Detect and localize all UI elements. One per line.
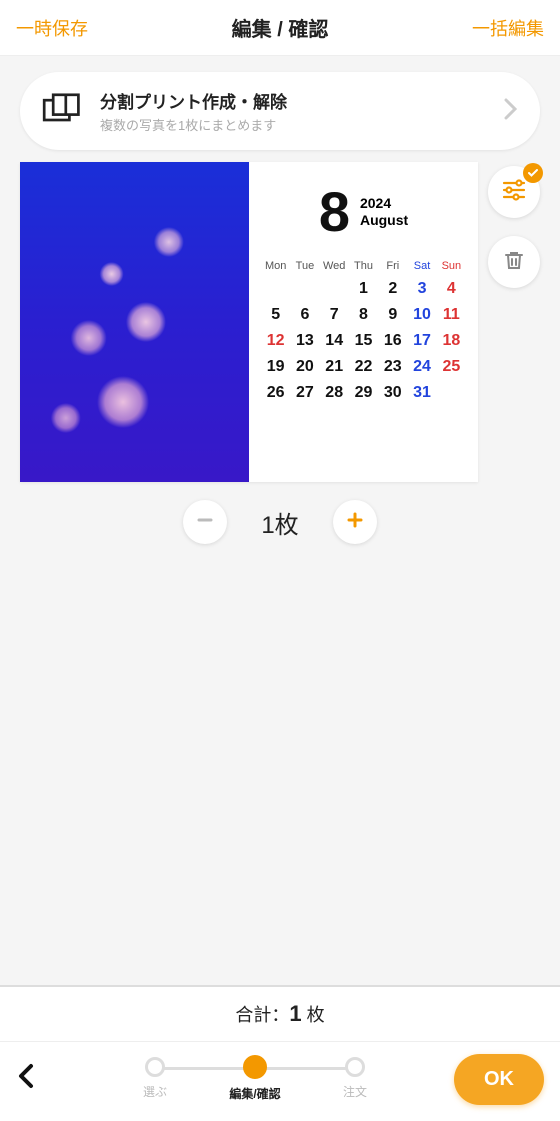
calendar-day: 4	[437, 280, 466, 298]
minus-icon	[195, 510, 215, 535]
calendar-day: 22	[349, 358, 378, 376]
check-badge-icon	[523, 163, 543, 183]
calendar-day: 9	[378, 306, 407, 324]
calendar-day: 28	[320, 384, 349, 402]
header: 一時保存 編集 / 確認 一括編集	[0, 0, 560, 56]
calendar-day: 8	[349, 306, 378, 324]
calendar-day: 15	[349, 332, 378, 350]
increase-quantity-button[interactable]	[333, 500, 377, 544]
step-label: 編集/確認	[229, 1085, 280, 1102]
calendar-day: 23	[378, 358, 407, 376]
decrease-quantity-button[interactable]	[183, 500, 227, 544]
calendar-day: 14	[320, 332, 349, 350]
total-row: 合計：1 枚	[0, 987, 560, 1042]
step-dot-icon	[145, 1057, 165, 1077]
calendar-day: 10	[407, 306, 436, 324]
calendar-day: 13	[290, 332, 319, 350]
calendar-day: 18	[437, 332, 466, 350]
calendar-day: 30	[378, 384, 407, 402]
banner-text: 分割プリント作成・解除 複数の写真を1枚にまとめます	[100, 88, 490, 134]
save-draft-button[interactable]: 一時保存	[16, 15, 88, 41]
photo-preview	[20, 162, 249, 482]
main-content: 8 2024 August MonTueWedThuFriSatSun00012…	[0, 162, 560, 544]
calendar-day: 26	[261, 384, 290, 402]
progress-steps: 選ぶ 編集/確認 注文	[56, 1057, 454, 1102]
calendar-day: 12	[261, 332, 290, 350]
calendar-day: 11	[437, 306, 466, 324]
trash-icon	[502, 248, 526, 277]
calendar-year: 2024	[360, 195, 408, 212]
step-label: 選ぶ	[143, 1083, 167, 1100]
plus-icon	[345, 510, 365, 535]
floating-actions	[488, 166, 540, 288]
calendar-day: 6	[290, 306, 319, 324]
footer: 合計：1 枚 選ぶ 編集/確認 注文 OK	[0, 985, 560, 1121]
calendar-day: 19	[261, 358, 290, 376]
calendar-day: 29	[349, 384, 378, 402]
print-preview-card[interactable]: 8 2024 August MonTueWedThuFriSatSun00012…	[20, 162, 478, 482]
adjust-settings-button[interactable]	[488, 166, 540, 218]
chevron-left-icon	[16, 1061, 36, 1097]
nav-row: 選ぶ 編集/確認 注文 OK	[0, 1042, 560, 1121]
calendar-dow: Fri	[378, 260, 407, 272]
calendar-day: 21	[320, 358, 349, 376]
step-選ぶ[interactable]: 選ぶ	[105, 1057, 205, 1100]
total-value: 1	[289, 1001, 301, 1026]
quantity-value: 1枚	[261, 505, 298, 540]
calendar-day: 16	[378, 332, 407, 350]
calendar-day: 27	[290, 384, 319, 402]
calendar-dow: Sun	[437, 260, 466, 272]
calendar-day: 2	[378, 280, 407, 298]
step-dot-icon	[243, 1055, 267, 1079]
total-unit: 枚	[307, 1005, 325, 1025]
card-row: 8 2024 August MonTueWedThuFriSatSun00012…	[20, 162, 540, 482]
calendar-header: 8 2024 August	[261, 184, 466, 240]
ok-button[interactable]: OK	[454, 1054, 544, 1105]
banner-title: 分割プリント作成・解除	[100, 88, 490, 113]
sliders-icon	[501, 177, 527, 208]
calendar-dow: Mon	[261, 260, 290, 272]
step-注文[interactable]: 注文	[305, 1057, 405, 1100]
delete-button[interactable]	[488, 236, 540, 288]
calendar-day: 31	[407, 384, 436, 402]
calendar-day: 25	[437, 358, 466, 376]
back-button[interactable]	[16, 1061, 56, 1098]
calendar-day: 3	[407, 280, 436, 298]
banner-subtitle: 複数の写真を1枚にまとめます	[100, 115, 490, 134]
calendar-dow: Tue	[290, 260, 319, 272]
calendar-dow: Wed	[320, 260, 349, 272]
chevron-right-icon	[504, 98, 518, 125]
quantity-row: 1枚	[20, 500, 540, 544]
calendar-day: 24	[407, 358, 436, 376]
split-print-icon	[42, 93, 86, 129]
page-title: 編集 / 確認	[232, 13, 329, 42]
calendar-month-number: 8	[319, 184, 350, 240]
bulk-edit-button[interactable]: 一括編集	[472, 15, 544, 41]
calendar-day: 20	[290, 358, 319, 376]
calendar-panel: 8 2024 August MonTueWedThuFriSatSun00012…	[249, 162, 478, 482]
calendar-dow: Sat	[407, 260, 436, 272]
calendar-month-name: August	[360, 212, 408, 229]
step-dot-icon	[345, 1057, 365, 1077]
calendar-day: 17	[407, 332, 436, 350]
calendar-day: 7	[320, 306, 349, 324]
calendar-grid: MonTueWedThuFriSatSun0001234567891011121…	[261, 260, 466, 402]
banner-container: 分割プリント作成・解除 複数の写真を1枚にまとめます	[0, 56, 560, 162]
calendar-day: 1	[349, 280, 378, 298]
total-label: 合計：	[235, 1005, 289, 1025]
step-label: 注文	[343, 1083, 367, 1100]
calendar-dow: Thu	[349, 260, 378, 272]
split-print-banner[interactable]: 分割プリント作成・解除 複数の写真を1枚にまとめます	[20, 72, 540, 150]
calendar-day: 5	[261, 306, 290, 324]
step-編集/確認[interactable]: 編集/確認	[205, 1057, 305, 1102]
